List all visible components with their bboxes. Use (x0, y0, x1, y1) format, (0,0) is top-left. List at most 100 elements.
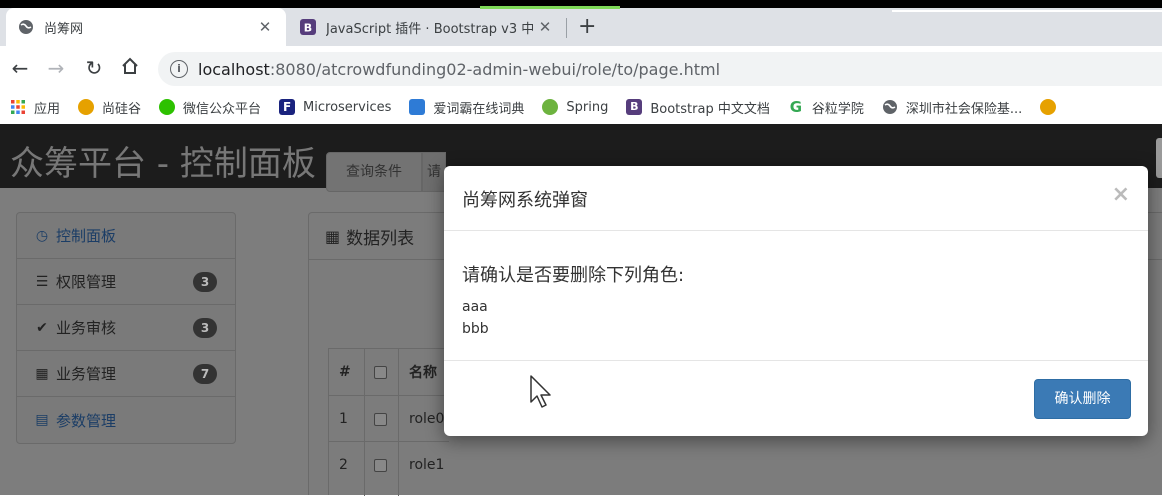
new-tab-icon[interactable]: + (578, 14, 596, 39)
list-alt-icon: ▤ (35, 412, 49, 428)
bookmark-label: 深圳市社会保险基... (905, 101, 1023, 117)
spring-leaf-icon (542, 99, 559, 115)
f-logo-icon: F (279, 99, 296, 115)
home-icon[interactable] (118, 56, 142, 80)
query-input[interactable]: 请 (422, 152, 446, 192)
url-host: localhost (198, 59, 270, 79)
bookmark-label: 爱词霸在线词典 (433, 101, 525, 117)
sidebar-item-label: 业务管理 (56, 365, 117, 383)
wechat-icon (159, 99, 176, 115)
forward-arrow-icon[interactable]: → (44, 56, 68, 80)
role-table: # 名称 1 role0 2 role1 (328, 348, 449, 496)
checkmark-icon: ✔ (36, 319, 48, 336)
bookmark-shenzhen-insurance[interactable]: 深圳市社会保险基... (882, 98, 1022, 117)
bookmark-wechat[interactable]: 微信公众平台 (159, 98, 261, 117)
table-row: 2 role1 (329, 441, 449, 487)
role-name-cell: role0 (409, 411, 445, 427)
role-to-delete: bbb (462, 321, 489, 337)
atguigu-icon (1040, 99, 1057, 115)
select-all-checkbox[interactable] (374, 349, 387, 395)
bookmark-label: 尚硅谷 (102, 101, 142, 117)
browser-toolbar: ← → ↻ i localhost:8080/atcrowdfunding02-… (0, 46, 1162, 90)
column-header: # (339, 364, 351, 380)
bookmark-overflow[interactable] (1040, 99, 1064, 115)
bookmark-label: Spring (566, 99, 609, 115)
table-header-row: # 名称 (329, 349, 449, 395)
bookmark-guli[interactable]: G 谷粒学院 (788, 98, 864, 117)
count-badge: 3 (193, 272, 217, 292)
sidebar-item-dashboard[interactable]: ◷ 控制面板 (17, 213, 235, 259)
confirm-delete-button[interactable]: 确认删除 (1034, 379, 1131, 419)
iciba-icon (409, 99, 426, 115)
bookmark-label: Bootstrap 中文文档 (650, 101, 770, 117)
modal-title: 尚筹网系统弹窗 (462, 190, 588, 211)
bookmark-iciba[interactable]: 爱词霸在线词典 (409, 98, 524, 117)
bookmark-apps[interactable]: 应用 (10, 98, 60, 117)
modal-header: 尚筹网系统弹窗 × (444, 166, 1148, 231)
sidebar-item-permissions[interactable]: ☰ 权限管理 3 (17, 259, 235, 305)
bootstrap-icon: B (626, 99, 643, 115)
bookmark-label: 谷粒学院 (811, 101, 864, 117)
count-badge: 7 (193, 364, 217, 384)
tab-divider (566, 18, 567, 38)
column-header: 名称 (409, 365, 437, 381)
bookmark-atguigu[interactable]: 尚硅谷 (78, 98, 141, 117)
address-bar[interactable]: i localhost:8080/atcrowdfunding02-admin-… (158, 52, 1162, 86)
globe-icon (18, 19, 34, 35)
back-arrow-icon[interactable]: ← (8, 56, 32, 80)
svg-text:B: B (304, 22, 312, 35)
close-icon[interactable]: ✕ (256, 18, 274, 36)
mouse-cursor-icon (529, 374, 555, 410)
panel-title: 数据列表 (346, 228, 415, 249)
atguigu-icon (78, 99, 95, 115)
th-icon: ▦ (325, 226, 341, 246)
confirm-question: 请确认是否要删除下列角色: (462, 265, 685, 286)
tab-bootstrap-js[interactable]: B JavaScript 插件 · Bootstrap v3 中 ✕ (288, 8, 566, 46)
url-path: :8080/atcrowdfunding02-admin-webui/role/… (269, 59, 721, 79)
sidebar-item-params[interactable]: ▤ 参数管理 (17, 397, 235, 443)
sidebar-item-label: 参数管理 (56, 411, 117, 430)
row-number: 2 (339, 457, 348, 473)
tab-shangchouwang[interactable]: 尚筹网 ✕ (6, 8, 286, 46)
close-icon[interactable]: × (1112, 182, 1130, 207)
bootstrap-icon: B (300, 19, 316, 35)
row-checkbox[interactable] (374, 442, 387, 488)
modal-body: 请确认是否要删除下列角色: aaa bbb (444, 231, 1148, 361)
bookmark-label: 微信公众平台 (183, 101, 262, 117)
bookmark-bootstrap-docs[interactable]: B Bootstrap 中文文档 (626, 98, 770, 117)
panel-heading: ▦ 数据列表 (309, 213, 429, 259)
window-edge-line (892, 10, 1162, 12)
bookmark-label: Microservices (303, 99, 392, 115)
bookmark-label: 应用 (34, 101, 61, 117)
info-icon[interactable]: i (170, 60, 188, 78)
sidebar-item-label: 权限管理 (56, 273, 117, 291)
sidebar: ◷ 控制面板 ☰ 权限管理 3 ✔ 业务审核 3 ▦ 业务管理 7 ▤ 参数管理 (16, 212, 236, 444)
apps-grid-icon (10, 99, 26, 115)
browser-chrome: 尚筹网 ✕ B JavaScript 插件 · Bootstrap v3 中 ✕… (0, 0, 1162, 124)
tab-title: 尚筹网 (44, 21, 84, 37)
bookmark-microservices[interactable]: F Microservices (279, 99, 391, 115)
brand-title[interactable]: 众筹平台 - 控制面板 (10, 136, 316, 185)
count-badge: 3 (193, 318, 217, 338)
bookmarks-bar: 应用 尚硅谷 微信公众平台 F Microservices 爱词霸在线词典 Sp… (0, 90, 1162, 124)
role-name-cell: role1 (409, 457, 445, 473)
tab-strip: 尚筹网 ✕ B JavaScript 插件 · Bootstrap v3 中 ✕… (0, 0, 1162, 46)
query-condition-button[interactable]: 查询条件 (326, 152, 422, 192)
role-to-delete: aaa (462, 299, 488, 315)
th-large-icon: ▦ (35, 365, 49, 382)
tasks-icon: ☰ (35, 273, 49, 290)
navbar-right-edge (1156, 138, 1162, 178)
dashboard-icon: ◷ (35, 227, 49, 244)
table-row: 1 role0 (329, 395, 449, 441)
sidebar-item-business[interactable]: ▦ 业务管理 7 (17, 351, 235, 397)
tab-title: JavaScript 插件 · Bootstrap v3 中 (326, 21, 535, 37)
sidebar-item-audit[interactable]: ✔ 业务审核 3 (17, 305, 235, 351)
g-logo-icon: G (789, 98, 802, 116)
globe-icon (882, 99, 898, 115)
close-icon[interactable]: ✕ (536, 18, 554, 36)
bookmark-spring[interactable]: Spring (542, 99, 608, 115)
sidebar-item-label: 业务审核 (56, 319, 117, 337)
row-checkbox[interactable] (374, 396, 387, 442)
row-number: 1 (339, 411, 348, 427)
reload-icon[interactable]: ↻ (82, 56, 106, 80)
